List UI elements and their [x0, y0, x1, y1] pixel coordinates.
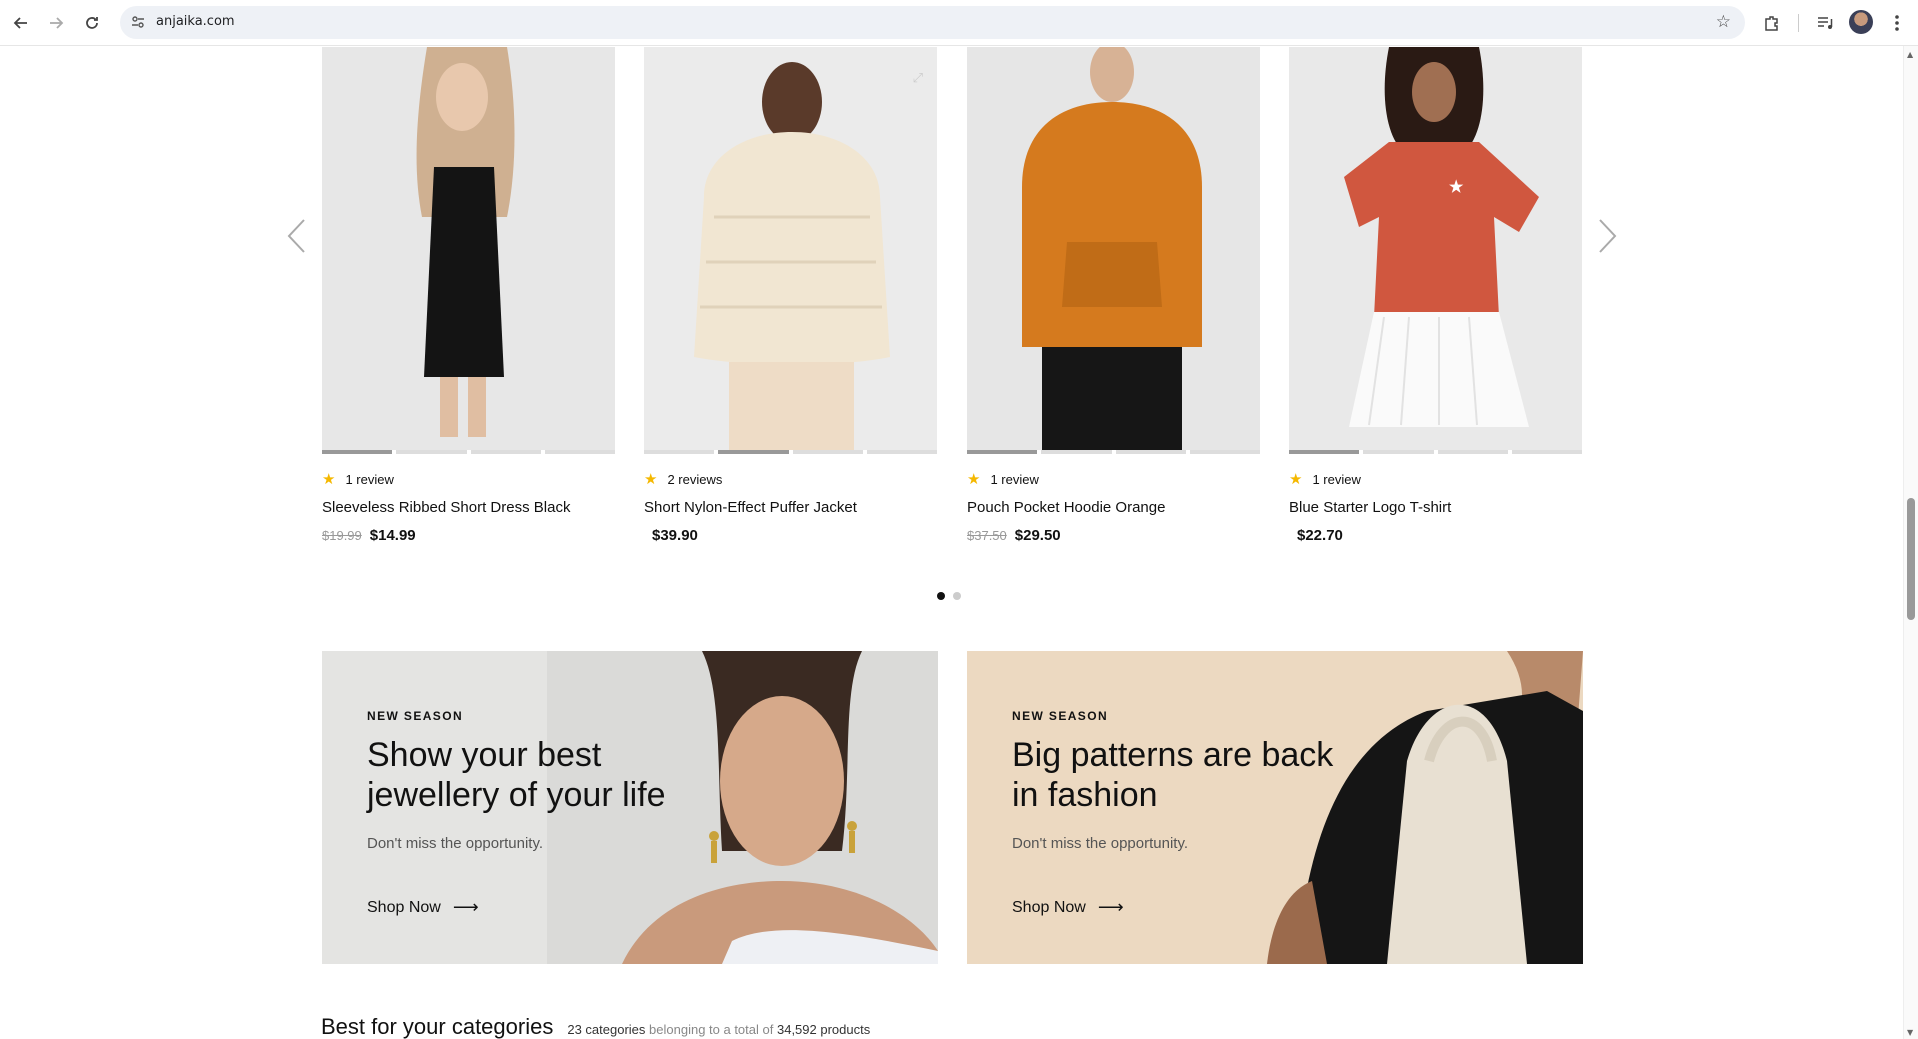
more-menu-icon[interactable]	[1884, 10, 1910, 36]
product-image[interactable]: ★	[1289, 47, 1582, 450]
expand-icon[interactable]: ⤢	[913, 71, 923, 86]
pagination-dot[interactable]	[953, 592, 961, 600]
banner-subtitle: Don't miss the opportunity.	[367, 835, 544, 852]
shop-now-button[interactable]: Shop Now ⟶	[1012, 897, 1124, 918]
forward-icon[interactable]	[44, 11, 68, 35]
toolbar-divider	[1798, 14, 1799, 32]
shop-now-label: Shop Now	[367, 898, 441, 916]
product-rating: ★ 1 review	[1289, 470, 1582, 488]
product-image[interactable]: ⤢	[644, 47, 937, 450]
product-rating: ★ 2 reviews	[644, 470, 937, 488]
star-icon: ★	[967, 470, 981, 488]
star-icon: ★	[644, 470, 658, 488]
url-text: anjaika.com	[156, 14, 235, 29]
banner-headline: Show your best jewellery of your life	[367, 736, 666, 814]
svg-text:★: ★	[1449, 179, 1464, 196]
old-price: $37.50	[967, 528, 1007, 543]
product-card[interactable]: ★ ★ 1 review Blue Starter Logo T-shirt $…	[1289, 47, 1582, 544]
review-count[interactable]: 1 review	[345, 472, 393, 487]
current-price: $22.70	[1297, 527, 1343, 544]
product-card[interactable]: ★ 1 review Sleeveless Ribbed Short Dress…	[322, 47, 615, 544]
address-bar[interactable]: anjaika.com ☆	[120, 6, 1745, 39]
review-count[interactable]: 1 review	[1312, 472, 1360, 487]
profile-avatar[interactable]	[1849, 10, 1873, 34]
product-card[interactable]: ⤢ ★ 2 reviews Short Nylon-Effect Puffer …	[644, 47, 937, 544]
product-name[interactable]: Sleeveless Ribbed Short Dress Black	[322, 499, 615, 516]
promo-banner-patterns[interactable]: NEW SEASON Big patterns are back in fash…	[967, 651, 1583, 964]
browser-toolbar: anjaika.com ☆	[0, 0, 1918, 46]
pagination-dot[interactable]	[937, 592, 945, 600]
carousel-pagination	[937, 592, 961, 600]
banner-eyebrow: NEW SEASON	[1012, 709, 1109, 723]
product-name[interactable]: Short Nylon-Effect Puffer Jacket	[644, 499, 937, 516]
scroll-down-icon[interactable]: ▼	[1907, 1028, 1913, 1037]
product-price: $37.50 $29.50	[967, 527, 1260, 544]
product-name[interactable]: Pouch Pocket Hoodie Orange	[967, 499, 1260, 516]
image-progress-dots	[644, 450, 937, 456]
categories-summary: 23 categories belonging to a total of 34…	[567, 1022, 870, 1037]
categories-count: 23 categories	[567, 1022, 646, 1037]
page-scrollbar[interactable]: ▲ ▼	[1903, 46, 1918, 1039]
star-icon: ★	[322, 470, 336, 488]
scroll-thumb[interactable]	[1907, 498, 1915, 620]
image-progress-dots	[1289, 450, 1582, 456]
shop-now-button[interactable]: Shop Now ⟶	[367, 897, 479, 918]
promo-banner-jewellery[interactable]: NEW SEASON Show your best jewellery of y…	[322, 651, 938, 964]
extensions-icon[interactable]	[1759, 10, 1785, 36]
banner-eyebrow: NEW SEASON	[367, 709, 464, 723]
arrow-right-icon: ⟶	[452, 897, 479, 917]
banner-headline: Big patterns are back in fashion	[1012, 736, 1334, 814]
categories-summary-text: belonging to a total of	[649, 1022, 774, 1037]
product-price: $19.99 $14.99	[322, 527, 615, 544]
old-price: $19.99	[322, 528, 362, 543]
review-count[interactable]: 1 review	[990, 472, 1038, 487]
products-total: 34,592 products	[776, 1022, 871, 1037]
section-title: Best for your categories	[321, 1014, 554, 1039]
product-card[interactable]: ★ 1 review Pouch Pocket Hoodie Orange $3…	[967, 47, 1260, 544]
product-rating: ★ 1 review	[322, 470, 615, 488]
shop-now-label: Shop Now	[1012, 898, 1086, 916]
review-count[interactable]: 2 reviews	[667, 472, 722, 487]
product-price: $22.70	[1289, 527, 1582, 544]
star-icon: ★	[1289, 470, 1303, 488]
bookmark-star-icon[interactable]: ☆	[1716, 12, 1731, 32]
current-price: $14.99	[369, 527, 416, 544]
categories-section-header: Best for your categories 23 categories b…	[321, 1014, 870, 1039]
media-control-icon[interactable]	[1812, 10, 1838, 36]
current-price: $29.50	[1014, 527, 1061, 544]
banner-subtitle: Don't miss the opportunity.	[1012, 835, 1189, 852]
product-image[interactable]	[322, 47, 615, 450]
product-image[interactable]	[967, 47, 1260, 450]
reload-icon[interactable]	[80, 11, 104, 35]
current-price: $39.90	[652, 527, 698, 544]
product-rating: ★ 1 review	[967, 470, 1260, 488]
image-progress-dots	[322, 450, 615, 456]
arrow-right-icon: ⟶	[1097, 897, 1124, 917]
back-icon[interactable]	[9, 11, 33, 35]
carousel-next-button[interactable]	[1594, 218, 1620, 254]
scroll-up-icon[interactable]: ▲	[1907, 50, 1913, 59]
image-progress-dots	[967, 450, 1260, 456]
site-info-icon[interactable]	[129, 13, 147, 31]
carousel-prev-button[interactable]	[284, 218, 310, 254]
product-name[interactable]: Blue Starter Logo T-shirt	[1289, 499, 1582, 516]
product-price: $39.90	[644, 527, 937, 544]
